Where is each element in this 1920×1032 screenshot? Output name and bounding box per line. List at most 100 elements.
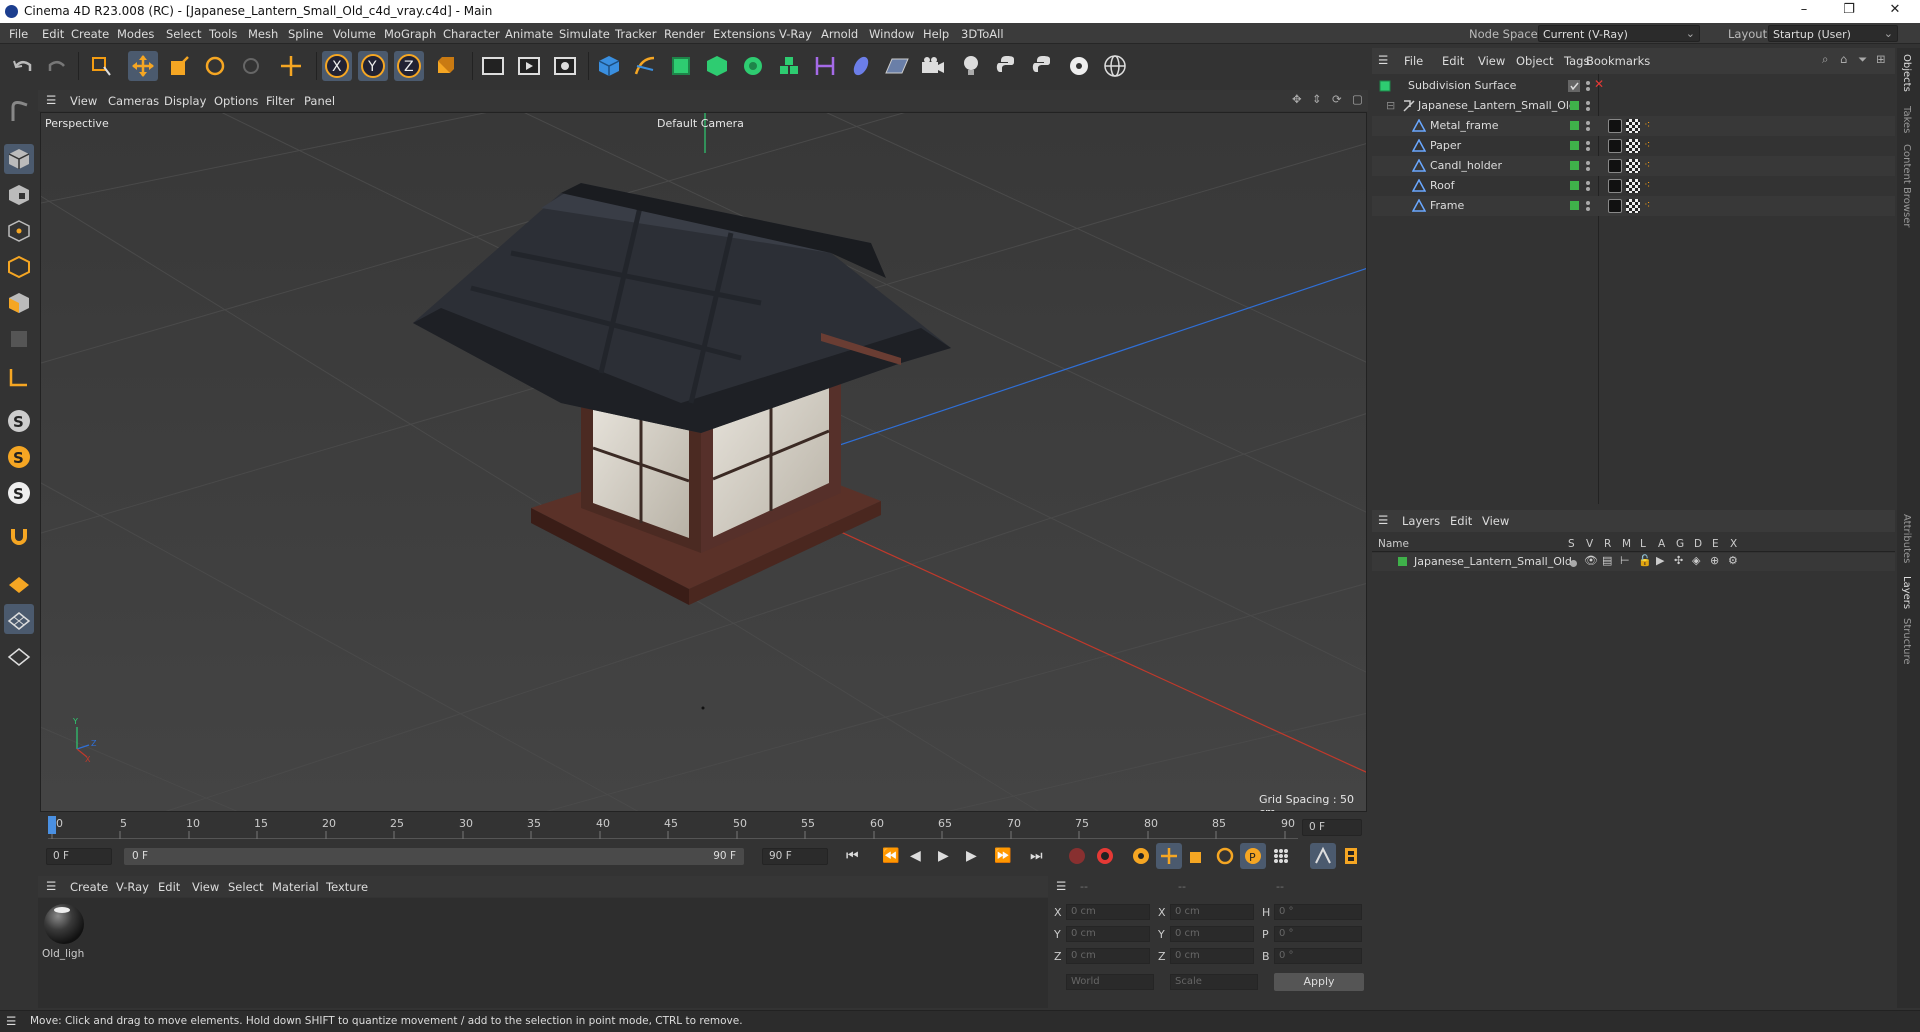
material-swatch[interactable]: Old_ligh xyxy=(42,902,86,964)
vray-settings-icon[interactable] xyxy=(1064,51,1094,81)
menu-mesh[interactable]: Mesh xyxy=(248,27,278,41)
animation-play-icon[interactable]: ▶ xyxy=(1656,554,1664,567)
menu-vray[interactable]: V-Ray xyxy=(779,27,812,41)
render-active-icon[interactable] xyxy=(514,51,544,81)
playhead[interactable] xyxy=(48,816,56,834)
menu-select[interactable]: Select xyxy=(166,27,201,41)
material-tag-icon[interactable] xyxy=(1626,119,1640,133)
field-icon[interactable] xyxy=(846,51,876,81)
next-frame-icon[interactable]: ▶ xyxy=(966,848,977,864)
live-selection-icon[interactable] xyxy=(86,51,116,81)
timeline-window-icon[interactable] xyxy=(1310,843,1336,869)
workplane-grid-icon[interactable] xyxy=(4,640,34,670)
keyframe-selection-icon[interactable] xyxy=(1128,843,1154,869)
record-off-icon[interactable] xyxy=(1064,843,1090,869)
object-row[interactable]: Subdivision Surface ✕ xyxy=(1372,76,1895,96)
prev-frame-icon[interactable]: ◀ xyxy=(910,848,921,864)
search-icon[interactable]: ⌕ xyxy=(1822,52,1828,67)
new-window-icon[interactable]: ⊞ xyxy=(1876,52,1886,66)
object-row[interactable]: Roof ⁖ xyxy=(1372,176,1895,196)
menu-3dtoall[interactable]: 3DToAll xyxy=(961,27,1004,41)
phong-tag-icon[interactable] xyxy=(1608,179,1622,193)
menu-create[interactable]: Create xyxy=(71,27,109,41)
viewport-menu-panel[interactable]: Panel xyxy=(304,94,335,108)
menu-character[interactable]: Character xyxy=(443,27,500,41)
subdivision-surface-icon[interactable] xyxy=(666,51,696,81)
edges-mode-icon[interactable] xyxy=(4,252,34,282)
position-x-field[interactable]: 0 cm xyxy=(1066,904,1150,920)
filter-icon[interactable]: ⏷ xyxy=(1858,52,1867,67)
current-frame-field[interactable]: 0 F xyxy=(1302,819,1362,836)
home-icon[interactable]: ⌂ xyxy=(1840,52,1847,66)
menu-window[interactable]: Window xyxy=(869,27,914,41)
menu-animate[interactable]: Animate xyxy=(505,27,553,41)
goto-start-icon[interactable]: ⏮ xyxy=(846,848,859,864)
object-menu-object[interactable]: Object xyxy=(1516,54,1553,68)
menu-simulate[interactable]: Simulate xyxy=(559,27,610,41)
orbit-icon[interactable]: ⟳ xyxy=(1332,92,1342,106)
hamburger-icon[interactable]: ☰ xyxy=(1378,53,1388,67)
model-mode-icon[interactable] xyxy=(4,144,34,174)
eye-icon[interactable]: 👁 xyxy=(1584,554,1598,567)
snap-settings-icon[interactable]: S xyxy=(4,442,34,472)
size-y-field[interactable]: 0 cm xyxy=(1170,926,1254,942)
x-axis-lock-icon[interactable]: X xyxy=(322,51,352,81)
vray-tag-icon[interactable]: ⁖ xyxy=(1644,198,1650,211)
snap-icon[interactable]: S xyxy=(4,406,34,436)
rotation-h-field[interactable]: 0 ° xyxy=(1274,904,1362,920)
menu-extensions[interactable]: Extensions xyxy=(713,27,775,41)
object-menu-file[interactable]: File xyxy=(1404,54,1423,68)
menu-tools[interactable]: Tools xyxy=(209,27,237,41)
material-tag-icon[interactable] xyxy=(1626,179,1640,193)
goto-end-icon[interactable]: ⏭ xyxy=(1030,848,1043,864)
visibility-dot[interactable] xyxy=(1586,101,1590,105)
deformer-icon[interactable] xyxy=(810,51,840,81)
timeline-ruler[interactable]: 0 5 10 15 20 25 30 35 40 45 50 55 60 65 … xyxy=(40,812,1367,842)
maximize-view-icon[interactable]: ▢ xyxy=(1352,92,1363,106)
material-menu-edit[interactable]: Edit xyxy=(158,880,180,894)
generator-icon[interactable]: ✣ xyxy=(1674,554,1683,567)
object-row[interactable]: Frame ⁖ xyxy=(1372,196,1895,216)
redo-icon[interactable] xyxy=(42,51,72,81)
menu-file[interactable]: File xyxy=(9,27,28,41)
menu-help[interactable]: Help xyxy=(923,27,949,41)
extrude-generator-icon[interactable] xyxy=(702,51,732,81)
layer-menu-view[interactable]: View xyxy=(1482,514,1509,528)
render-settings-icon[interactable] xyxy=(550,51,580,81)
pen-spline-icon[interactable] xyxy=(630,51,660,81)
phong-tag-icon[interactable] xyxy=(1608,139,1622,153)
camera-icon[interactable] xyxy=(918,51,948,81)
python-script-icon[interactable] xyxy=(992,51,1022,81)
render-dot[interactable] xyxy=(1586,107,1590,111)
material-menu-create[interactable]: Create xyxy=(70,880,108,894)
tab-attributes[interactable]: Attributes xyxy=(1901,514,1912,563)
menu-edit[interactable]: Edit xyxy=(42,27,64,41)
scale-tool-icon[interactable] xyxy=(164,51,194,81)
light-bulb-icon[interactable] xyxy=(956,51,986,81)
collapse-icon[interactable]: ⊟ xyxy=(1386,99,1395,112)
coordinate-system-icon[interactable] xyxy=(430,51,460,81)
phong-tag-icon[interactable] xyxy=(1608,159,1622,173)
layer-row[interactable]: Japanese_Lantern_Small_Old 👁 ▤ ⊢ 🔓 ▶ ✣ ◈… xyxy=(1372,553,1895,571)
menu-tracker[interactable]: Tracker xyxy=(615,27,657,41)
move-tool-icon[interactable] xyxy=(128,51,158,81)
menu-arnold[interactable]: Arnold xyxy=(821,27,858,41)
position-y-field[interactable]: 0 cm xyxy=(1066,926,1150,942)
key-parameter-icon[interactable]: P xyxy=(1240,843,1266,869)
render-dot[interactable] xyxy=(1586,187,1590,191)
object-row[interactable]: Paper ⁖ xyxy=(1372,136,1895,156)
layer-color-swatch[interactable] xyxy=(1570,201,1579,210)
key-pla-icon[interactable] xyxy=(1268,843,1294,869)
menu-render[interactable]: Render xyxy=(664,27,705,41)
visibility-dot[interactable] xyxy=(1586,141,1590,145)
end-frame-field[interactable]: 90 F xyxy=(762,848,828,865)
texture-mode-icon[interactable] xyxy=(4,180,34,210)
viewport-menu-options[interactable]: Options xyxy=(214,94,258,108)
hamburger-icon[interactable]: ☰ xyxy=(46,879,56,893)
viewport-menu-display[interactable]: Display xyxy=(164,94,206,108)
layer-color-swatch[interactable] xyxy=(1570,161,1579,170)
position-z-field[interactable]: 0 cm xyxy=(1066,948,1150,964)
play-icon[interactable]: ▶ xyxy=(938,848,949,864)
undo-icon[interactable] xyxy=(8,51,38,81)
render-view-icon[interactable] xyxy=(478,51,508,81)
